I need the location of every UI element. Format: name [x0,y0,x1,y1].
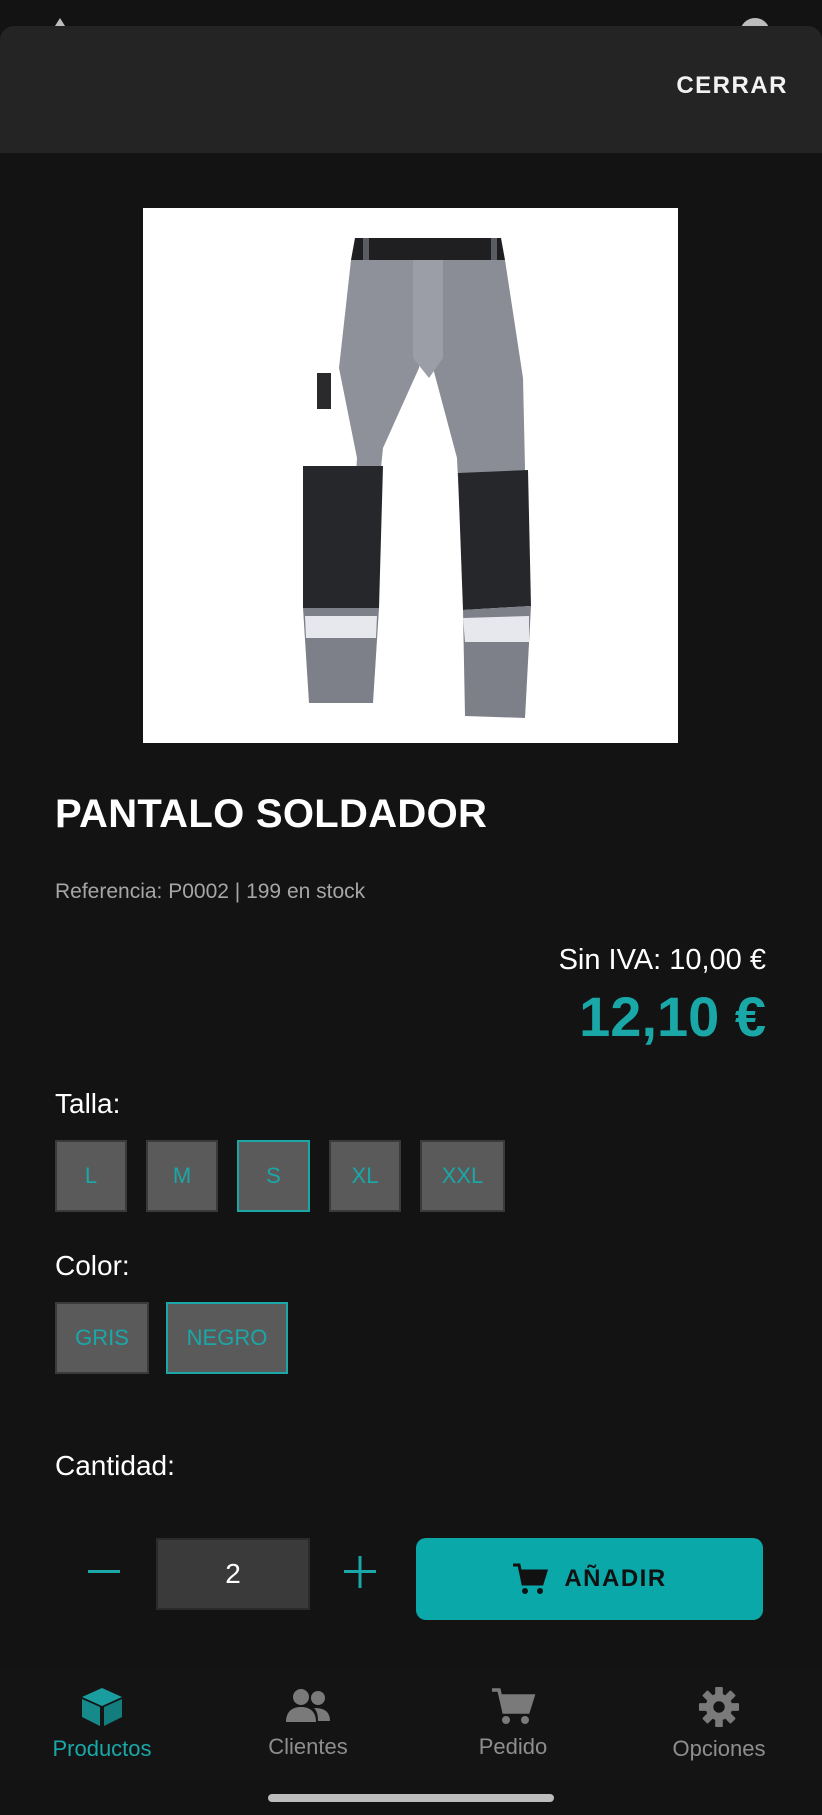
signal-icon [55,16,65,26]
nav-label-opciones: Opciones [672,1736,766,1761]
quantity-input[interactable] [156,1538,310,1610]
product-reference-stock: Referencia: P0002 | 199 en stock [55,880,366,903]
size-label: Talla: [55,1088,121,1119]
quantity-decrease-button[interactable] [84,1552,124,1592]
nav-item-pedido[interactable]: Pedido [428,1686,598,1766]
add-button-label: AÑADIR [564,1565,667,1592]
plus-icon [344,1556,376,1588]
gear-icon [698,1686,740,1728]
trousers-icon [303,238,531,718]
users-icon [286,1689,330,1722]
size-option-s[interactable]: S [237,1140,310,1212]
box-icon [82,1688,122,1726]
bottom-navigation: Productos Clientes Pedido Opciones [0,1668,822,1778]
product-title: PANTALO SOLDADOR [55,792,488,836]
color-option-negro[interactable]: NEGRO [166,1302,288,1374]
price-without-vat: Sin IVA: 10,00 € [558,944,766,976]
nav-label-productos: Productos [52,1736,152,1761]
price-with-vat: 12,10 € [579,985,766,1048]
nav-item-opciones[interactable]: Opciones [634,1686,804,1766]
status-bar [0,0,822,27]
nav-item-productos[interactable]: Productos [17,1686,187,1766]
cart-icon [513,1563,549,1594]
quantity-label: Cantidad: [55,1450,175,1481]
cart-icon [492,1688,536,1724]
home-indicator[interactable] [268,1794,554,1802]
nav-label-pedido: Pedido [478,1734,548,1759]
modal-header: CERRAR [0,26,822,153]
minus-icon [88,1570,120,1573]
nav-item-clientes[interactable]: Clientes [223,1686,393,1766]
color-option-gris[interactable]: GRIS [55,1302,149,1374]
product-image [143,208,678,743]
nav-label-clientes: Clientes [268,1734,348,1759]
size-option-xxl[interactable]: XXL [420,1140,505,1212]
add-to-order-button[interactable]: AÑADIR [416,1538,763,1620]
size-option-l[interactable]: L [55,1140,127,1212]
product-detail-screen: CERRAR PANTALO SOLDADOR Referencia: P000… [0,0,822,1815]
quantity-increase-button[interactable] [340,1552,380,1592]
size-option-m[interactable]: M [146,1140,218,1212]
close-button[interactable]: CERRAR [676,72,788,100]
size-option-xl[interactable]: XL [329,1140,401,1212]
color-label: Color: [55,1250,130,1281]
